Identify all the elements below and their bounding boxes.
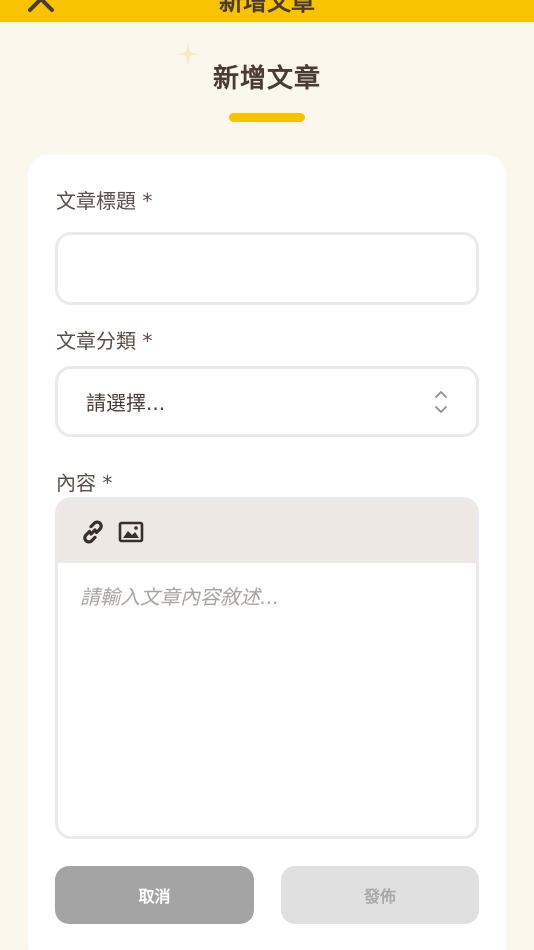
top-app-bar: 新增文章 (0, 0, 534, 22)
editor-toolbar (58, 500, 476, 563)
new-article-screen: 新增文章 新增文章 文章標題 * 文章分類 * 請選擇... 內容 * 請輸入文… (0, 0, 534, 950)
article-category-label: 文章分類 * (56, 329, 153, 353)
content-label: 內容 * (56, 471, 113, 495)
article-title-label: 文章標題 * (56, 189, 153, 213)
chevron-up-down-icon (435, 391, 447, 413)
app-bar-title: 新增文章 (219, 0, 315, 16)
page-title: 新增文章 (212, 64, 321, 94)
article-category-select[interactable]: 請選擇... (55, 366, 479, 437)
image-icon (118, 521, 144, 542)
content-editor: 請輸入文章內容敘述... (55, 497, 479, 839)
form-card: 文章標題 * 文章分類 * 請選擇... 內容 * 請輸入文章內容敘述... 取… (28, 155, 506, 950)
insert-link-button[interactable] (78, 517, 108, 547)
article-title-input[interactable] (55, 232, 479, 305)
link-icon (83, 520, 103, 543)
cancel-button[interactable]: 取消 (55, 866, 254, 924)
title-underline (229, 113, 305, 122)
publish-button[interactable]: 發佈 (281, 866, 479, 924)
content-textarea[interactable]: 請輸入文章內容敘述... (58, 563, 476, 836)
category-select-value: 請選擇... (86, 391, 166, 415)
insert-image-button[interactable] (116, 517, 146, 547)
